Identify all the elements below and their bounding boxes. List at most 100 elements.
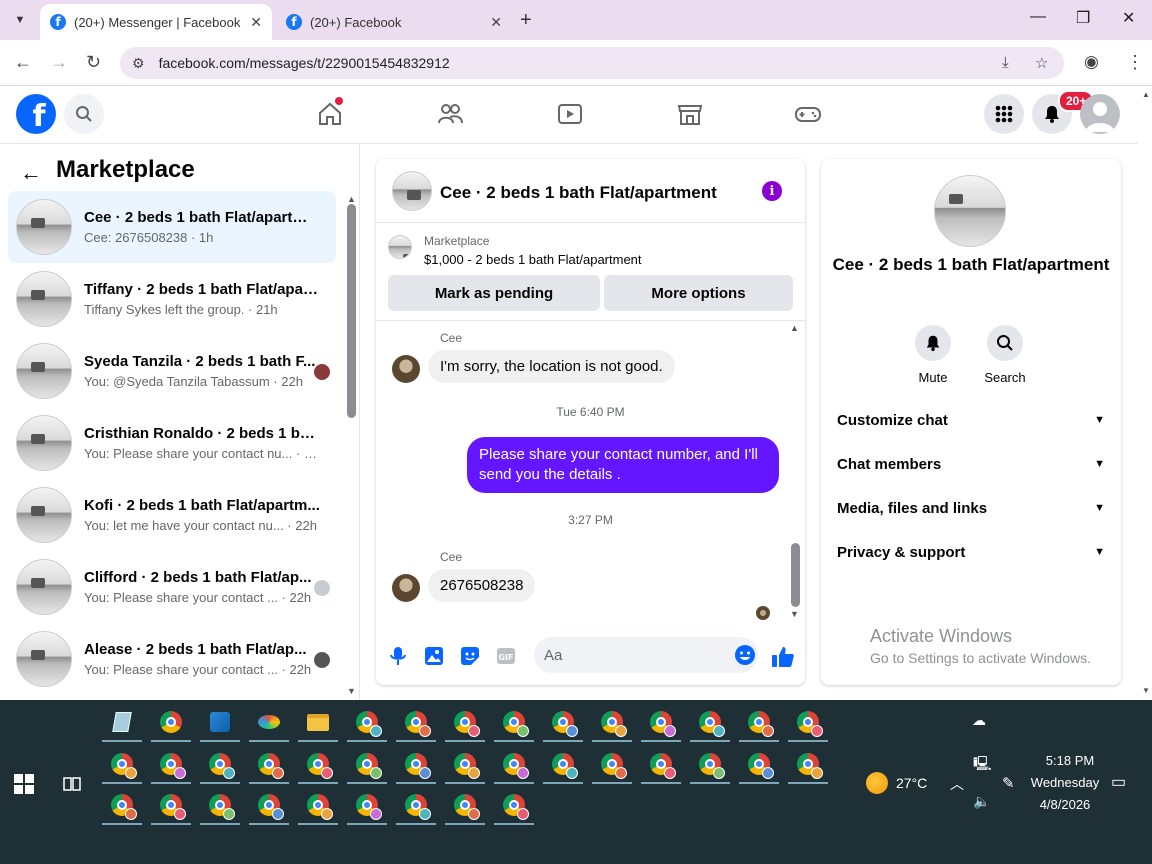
chrome-icon[interactable] bbox=[257, 793, 284, 820]
photos-icon[interactable] bbox=[208, 710, 232, 734]
facebook-logo-icon[interactable]: f bbox=[16, 94, 56, 134]
incoming-message-bubble[interactable]: 2676508238 bbox=[428, 569, 536, 602]
chrome-icon[interactable] bbox=[698, 710, 725, 737]
chrome-icon[interactable] bbox=[208, 752, 235, 779]
chrome-icon[interactable] bbox=[159, 752, 186, 779]
chrome-icon[interactable] bbox=[159, 793, 186, 820]
chrome-icon[interactable] bbox=[306, 793, 333, 820]
pen-icon[interactable]: ✎ bbox=[1002, 774, 1015, 792]
gif-icon[interactable]: GIF bbox=[495, 645, 517, 667]
site-settings-icon[interactable]: ⚙ bbox=[132, 55, 145, 72]
back-arrow-icon[interactable]: ← bbox=[14, 52, 32, 73]
address-bar[interactable]: ⚙ facebook.com/messages/t/22900154548329… bbox=[120, 47, 1064, 79]
bookmark-star-icon[interactable]: ☆ bbox=[1035, 54, 1048, 72]
conversation-item[interactable]: Kofi · 2 beds 1 bath Flat/apartm... You:… bbox=[8, 479, 336, 551]
close-tab-icon[interactable]: ✕ bbox=[490, 14, 502, 31]
conversation-item[interactable]: Clifford · 2 beds 1 bath Flat/ap... You:… bbox=[8, 551, 336, 623]
tab-search-dropdown[interactable]: ▼ bbox=[8, 9, 32, 31]
search-in-conversation-button[interactable]: Search bbox=[975, 325, 1035, 385]
scrollbar-thumb[interactable] bbox=[347, 204, 356, 418]
marketplace-icon[interactable] bbox=[676, 100, 704, 128]
photo-icon[interactable] bbox=[423, 645, 445, 667]
conversation-item[interactable]: Cee · 2 beds 1 bath Flat/apartme... Cee:… bbox=[8, 191, 336, 263]
conversation-item[interactable]: Cristhian Ronaldo · 2 beds 1 bat... You:… bbox=[8, 407, 336, 479]
chrome-icon[interactable] bbox=[404, 793, 431, 820]
chrome-icon[interactable] bbox=[404, 710, 431, 737]
menu-grid-icon[interactable] bbox=[984, 94, 1024, 134]
scroll-down-icon[interactable]: ▼ bbox=[790, 609, 799, 619]
chat-members-section[interactable]: Chat members ▼ bbox=[837, 452, 1105, 476]
chrome-icon[interactable] bbox=[649, 710, 676, 737]
onedrive-icon[interactable]: ☁ bbox=[972, 712, 986, 729]
forward-arrow-icon[interactable]: → bbox=[50, 52, 68, 73]
chrome-icon[interactable] bbox=[208, 793, 235, 820]
chrome-icon[interactable] bbox=[453, 710, 480, 737]
chrome-icon[interactable] bbox=[110, 752, 137, 779]
media-files-links-section[interactable]: Media, files and links ▼ bbox=[837, 496, 1105, 520]
clock-date[interactable]: 4/8/2026 bbox=[1030, 797, 1100, 812]
clock-time[interactable]: 5:18 PM bbox=[1040, 753, 1100, 768]
scroll-up-icon[interactable]: ▲ bbox=[790, 323, 799, 333]
mute-button[interactable]: Mute bbox=[903, 325, 963, 385]
mark-as-pending-button[interactable]: Mark as pending bbox=[388, 275, 600, 311]
back-arrow-icon[interactable]: ← bbox=[20, 160, 42, 186]
weather-sun-icon[interactable] bbox=[866, 772, 888, 794]
chrome-icon[interactable] bbox=[110, 793, 137, 820]
listing-avatar[interactable] bbox=[934, 175, 1006, 247]
paint-icon[interactable] bbox=[257, 710, 281, 734]
chrome-icon[interactable] bbox=[159, 710, 183, 734]
scroll-up-icon[interactable]: ▲ bbox=[1142, 90, 1150, 99]
chat-listing-avatar[interactable] bbox=[392, 171, 432, 211]
page-scrollbar[interactable]: ▲ ▼ bbox=[1140, 86, 1152, 700]
tab-facebook[interactable]: f (20+) Facebook ✕ bbox=[276, 4, 512, 40]
chrome-icon[interactable] bbox=[698, 752, 725, 779]
chrome-icon[interactable] bbox=[355, 793, 382, 820]
sender-avatar[interactable] bbox=[392, 574, 420, 602]
network-icon[interactable]: 🖳 bbox=[973, 753, 992, 777]
chat-title[interactable]: Cee · 2 beds 1 bath Flat/apartment bbox=[440, 183, 717, 203]
chrome-icon[interactable] bbox=[551, 752, 578, 779]
incoming-message-bubble[interactable]: I'm sorry, the location is not good. bbox=[428, 350, 675, 383]
chrome-icon[interactable] bbox=[453, 752, 480, 779]
conversation-item[interactable]: Syeda Tanzila · 2 beds 1 bath F... You: … bbox=[8, 335, 336, 407]
notification-center-icon[interactable]: ▭ bbox=[1111, 772, 1126, 792]
install-app-icon[interactable]: ⤓ bbox=[1002, 54, 1009, 71]
info-icon[interactable]: i bbox=[762, 181, 782, 201]
chrome-icon[interactable] bbox=[453, 793, 480, 820]
message-input-box[interactable] bbox=[534, 637, 758, 673]
new-tab-icon[interactable]: + bbox=[520, 9, 532, 32]
outgoing-message-bubble[interactable]: Please share your contact number, and I'… bbox=[467, 437, 779, 493]
microphone-icon[interactable] bbox=[387, 645, 409, 667]
chrome-icon[interactable] bbox=[796, 710, 823, 737]
sticker-icon[interactable] bbox=[459, 645, 481, 667]
chrome-icon[interactable] bbox=[502, 793, 529, 820]
chrome-icon[interactable] bbox=[600, 752, 627, 779]
privacy-support-section[interactable]: Privacy & support ▼ bbox=[837, 540, 1105, 564]
clock-day[interactable]: Wednesday bbox=[1030, 775, 1100, 790]
scrollbar-thumb[interactable] bbox=[791, 543, 800, 607]
conversation-item[interactable]: Alease · 2 beds 1 bath Flat/ap... You: P… bbox=[8, 623, 336, 695]
gaming-icon[interactable] bbox=[794, 100, 822, 128]
close-tab-icon[interactable]: ✕ bbox=[250, 14, 262, 31]
message-input[interactable] bbox=[544, 646, 724, 664]
file-explorer-icon[interactable] bbox=[306, 710, 330, 734]
scroll-down-icon[interactable]: ▼ bbox=[347, 686, 356, 696]
chrome-icon[interactable] bbox=[502, 710, 529, 737]
chrome-icon[interactable] bbox=[355, 752, 382, 779]
show-hidden-icons-chevron-icon[interactable]: ︿ bbox=[950, 774, 964, 794]
chrome-icon[interactable] bbox=[257, 752, 284, 779]
friends-icon[interactable] bbox=[436, 100, 464, 128]
conversation-item[interactable]: Tiffany · 2 beds 1 bath Flat/apart... Ti… bbox=[8, 263, 336, 335]
volume-icon[interactable]: 🔈 bbox=[973, 793, 990, 810]
temperature[interactable]: 27°C bbox=[896, 775, 927, 791]
emoji-icon[interactable] bbox=[734, 644, 756, 671]
chrome-icon[interactable] bbox=[502, 752, 529, 779]
customize-chat-section[interactable]: Customize chat ▼ bbox=[837, 408, 1105, 432]
scroll-up-icon[interactable]: ▲ bbox=[347, 194, 356, 204]
notepad-icon[interactable] bbox=[110, 710, 134, 734]
chrome-icon[interactable] bbox=[306, 752, 333, 779]
chrome-icon[interactable] bbox=[600, 710, 627, 737]
video-icon[interactable] bbox=[556, 100, 584, 128]
more-options-button[interactable]: More options bbox=[604, 275, 793, 311]
tab-messenger[interactable]: f (20+) Messenger | Facebook ✕ bbox=[40, 4, 272, 40]
